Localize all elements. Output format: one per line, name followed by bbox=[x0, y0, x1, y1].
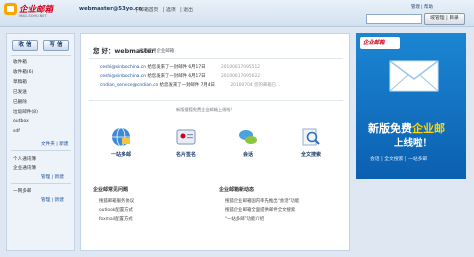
search-input[interactable] bbox=[366, 14, 422, 24]
news-link[interactable]: 搜狐企业邮箱全面提供邮件全文搜索 bbox=[225, 207, 295, 213]
card-icon bbox=[175, 126, 197, 148]
feature-label: 全文搜索 bbox=[300, 152, 321, 158]
feature-fulltext-search[interactable]: 全文搜索 bbox=[291, 126, 331, 166]
sidebar-item-sdf[interactable]: sdf bbox=[13, 129, 20, 134]
options-link[interactable]: | 选项 bbox=[163, 8, 176, 13]
feature-label: 一站多邮 bbox=[110, 152, 131, 158]
feature-multi-mail[interactable]: 一站多邮 bbox=[101, 126, 141, 166]
sidebar-item-deleted[interactable]: 已删除 bbox=[13, 99, 27, 105]
message-id: 20100704 您的邮箱已... bbox=[230, 83, 281, 88]
sidebar-item-inbox[interactable]: 收件箱 bbox=[13, 59, 27, 65]
message-sender[interactable]: ceshi@sinbochina.cn bbox=[100, 74, 146, 79]
faq-left-title: 企业邮常见问题 bbox=[93, 187, 129, 193]
main-panel: 您 好：webmaster 欢迎使用企业邮箱 ceshi@sinbochina.… bbox=[80, 33, 350, 251]
sidebar-item-address-book[interactable]: 个人通讯簿 bbox=[13, 156, 36, 162]
top-bar: 企业邮箱 MAIL.SOHU.NET webmaster@53yo.cn | 邮… bbox=[0, 0, 474, 27]
promo-features: 会话 | 全文搜索 | 一站多邮 bbox=[370, 157, 428, 162]
feature-label: 名片签名 bbox=[175, 152, 196, 158]
faq-link[interactable]: foxmail配置方式 bbox=[99, 216, 133, 222]
message-row[interactable]: cndian_service@cndian.cn 给您发来了一封邮件 7月4日 … bbox=[100, 82, 280, 88]
promo-logo: 企业邮箱 bbox=[360, 37, 400, 49]
user-email: webmaster@53yo.cn bbox=[79, 6, 143, 12]
chat-icon bbox=[237, 126, 259, 148]
message-row[interactable]: ceshi@sinbochina.cn 给您发来了一封邮件 6月17日 2010… bbox=[100, 73, 260, 79]
message-text: 给您发来了一封邮件 6月17日 bbox=[147, 74, 206, 79]
message-sender[interactable]: cndian_service@cndian.cn bbox=[100, 83, 158, 88]
message-sender[interactable]: ceshi@sinbochina.cn bbox=[100, 65, 146, 70]
message-id: 20100617095622 bbox=[220, 74, 261, 79]
mail-logo-icon bbox=[4, 3, 17, 15]
divider bbox=[89, 100, 343, 101]
notice-text[interactable]: 新版搜狐免费企业邮箱上线啦! bbox=[176, 107, 232, 113]
sidebar-item-inbox-unread[interactable]: 收件箱(6) bbox=[13, 69, 33, 75]
faq-right-title: 企业邮箱新动态 bbox=[219, 187, 255, 193]
message-row[interactable]: ceshi@sinbochina.cn 给您发来了一封邮件 6月17日 2010… bbox=[100, 64, 260, 70]
logo-subtext: MAIL.SOHU.NET bbox=[19, 14, 47, 18]
envelope-icon bbox=[388, 57, 440, 93]
inbox-home-link[interactable]: | 邮箱首页 bbox=[136, 8, 158, 13]
faq-link[interactable]: 搜狐邮箱服务协议 bbox=[99, 198, 134, 204]
magnifier-icon bbox=[300, 126, 322, 148]
promo-headline: 新版免费企业邮 bbox=[368, 120, 445, 136]
sidebar-item-company-book[interactable]: 企业通讯簿 bbox=[13, 165, 36, 171]
sohu-logo[interactable]: 企业邮箱 MAIL.SOHU.NET bbox=[4, 3, 53, 22]
sidebar-item-spam[interactable]: 垃圾邮件(8) bbox=[13, 109, 38, 115]
multi-mail-links[interactable]: 管理 | 新建 bbox=[41, 197, 64, 203]
news-link[interactable]: "一站多邮"功能介绍 bbox=[225, 216, 264, 222]
compose-button[interactable]: 写 信 bbox=[43, 40, 69, 51]
manage-help-link[interactable]: 管理 | 帮助 bbox=[411, 4, 433, 10]
feature-card-signature[interactable]: 名片签名 bbox=[166, 126, 206, 166]
faq-link[interactable]: outlook配置方式 bbox=[99, 207, 133, 213]
domain-manage-button[interactable]: 域管理 | 目录 bbox=[424, 13, 465, 25]
address-links[interactable]: 管理 | 新建 bbox=[41, 174, 64, 180]
promo-banner[interactable]: 企业邮箱 新版免费企业邮 上线啦！ 会话 | 全文搜索 | 一站多邮 bbox=[356, 33, 466, 179]
divider bbox=[89, 58, 343, 59]
feature-conversation[interactable]: 会话 bbox=[228, 126, 268, 166]
sidebar-item-multi-mail[interactable]: 一网多邮 bbox=[13, 188, 31, 194]
promo-headline-a: 新版免费 bbox=[368, 122, 412, 135]
promo-subheadline: 上线啦！ bbox=[394, 138, 433, 149]
promo-headline-b: 企业邮 bbox=[412, 122, 445, 135]
sidebar-divider bbox=[11, 183, 71, 184]
top-links: | 邮箱首页 | 选项 | 退出 bbox=[136, 6, 196, 13]
sidebar-item-outbox[interactable]: outbox bbox=[13, 119, 29, 124]
folder-links[interactable]: 文件夹 | 新建 bbox=[41, 141, 68, 147]
sidebar-divider bbox=[11, 150, 71, 151]
sidebar-item-drafts[interactable]: 草稿箱 bbox=[13, 79, 27, 85]
message-text: 给您发来了一封邮件 6月17日 bbox=[147, 65, 206, 70]
sidebar-item-sent[interactable]: 已发送 bbox=[13, 89, 27, 95]
logout-link[interactable]: | 退出 bbox=[180, 8, 193, 13]
greeting-sub: 欢迎使用企业邮箱 bbox=[139, 49, 175, 54]
sidebar-divider bbox=[11, 55, 71, 56]
globe-icon bbox=[110, 126, 132, 148]
feature-label: 会话 bbox=[242, 152, 253, 158]
message-text: 给您发来了一封邮件 7月4日 bbox=[159, 83, 215, 88]
sidebar: 收 信 写 信 收件箱 收件箱(6) 草稿箱 已发送 已删除 垃圾邮件(8) o… bbox=[6, 33, 75, 251]
news-link[interactable]: 搜狐企业邮箱国内率先推出"会话"功能 bbox=[225, 198, 299, 204]
promo-logo-text: 企业邮箱 bbox=[363, 40, 385, 46]
message-id: 20100617095512 bbox=[220, 65, 261, 70]
receive-button[interactable]: 收 信 bbox=[12, 40, 38, 51]
